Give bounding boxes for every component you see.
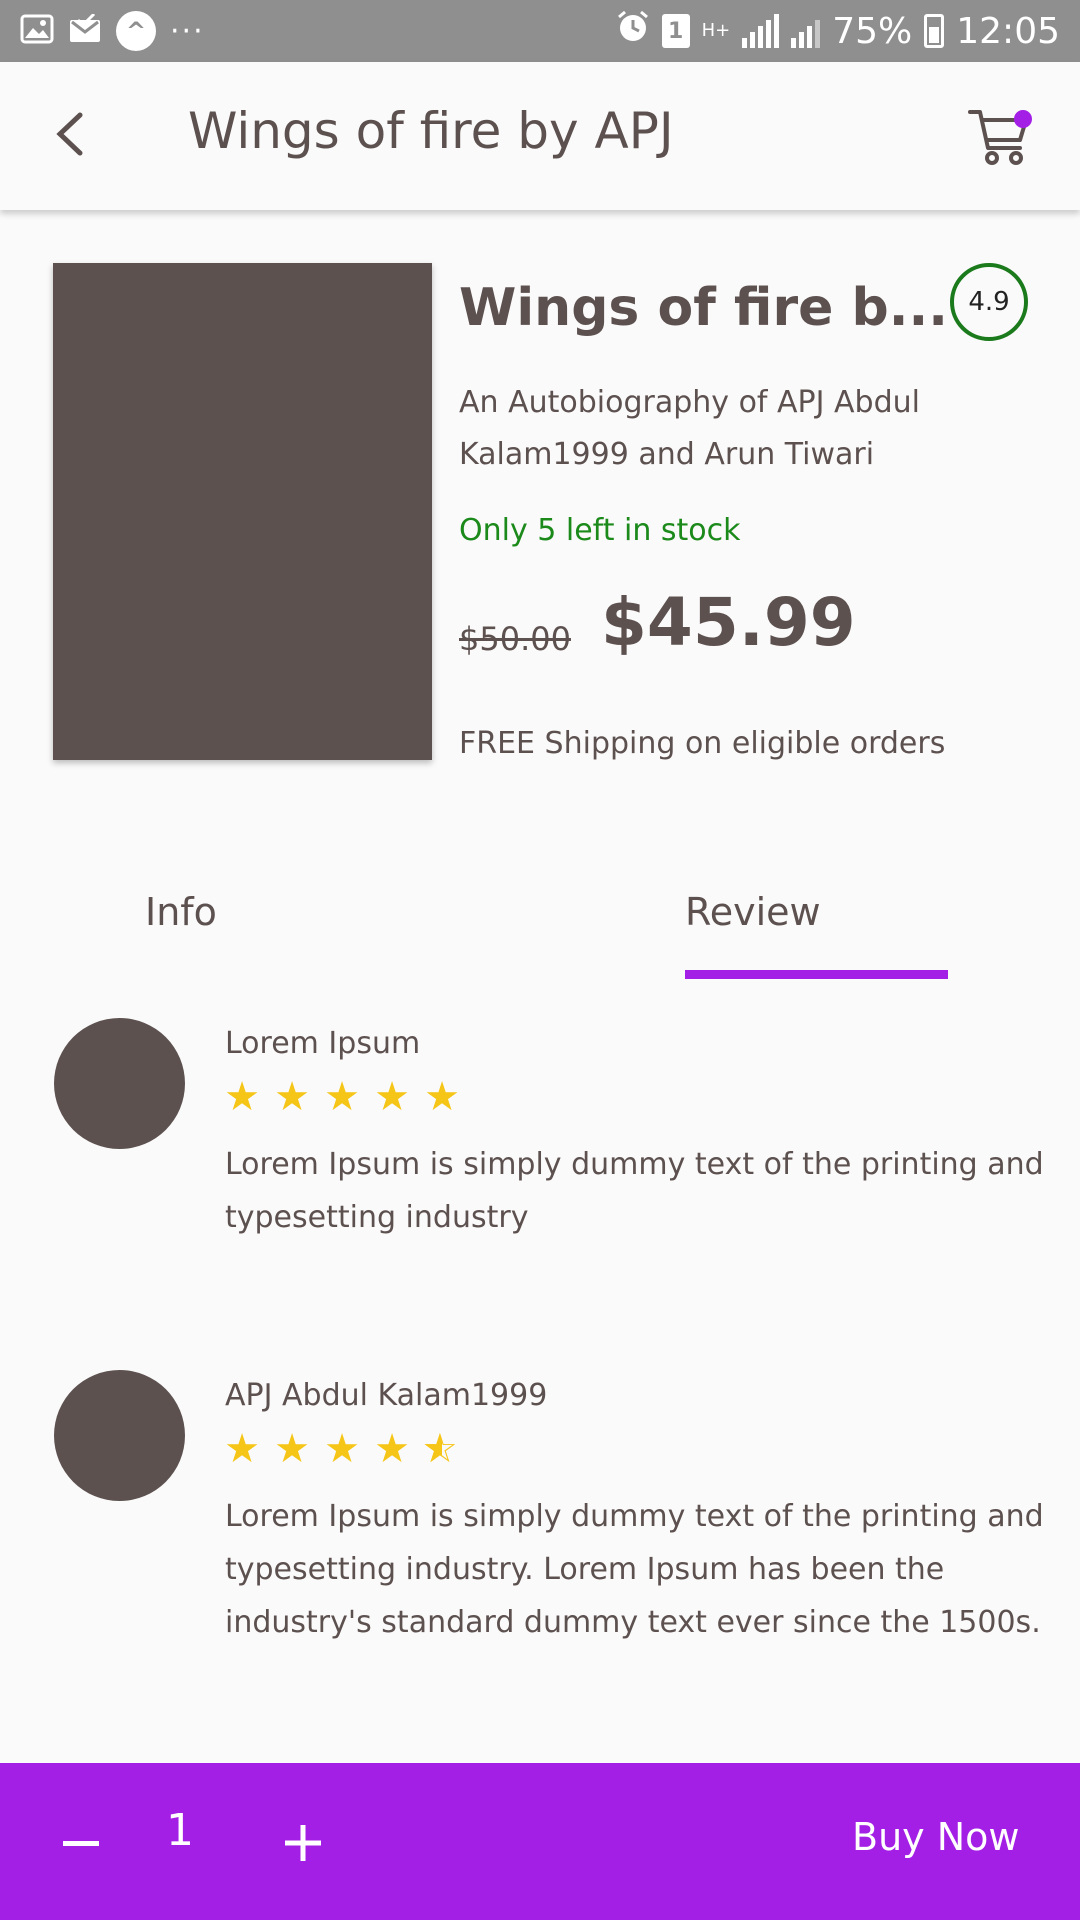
star-icon: ★ [374,1074,410,1120]
avatar [54,1018,185,1149]
book-cover [53,263,432,760]
star-icon: ★ [374,1426,410,1472]
reviewer-name: APJ Abdul Kalam1999 [225,1378,548,1413]
shipping-info: FREE Shipping on eligible orders [459,726,946,761]
buy-now-button[interactable]: Buy Now [852,1815,1019,1859]
quantity-value: 1 [166,1805,194,1856]
review-text: Lorem Ipsum is simply dummy text of the … [225,1147,1044,1235]
star-icon: ★ [424,1074,460,1120]
avatar [54,1370,185,1501]
stock-status: Only 5 left in stock [459,513,741,548]
battery-icon [924,14,945,48]
cart-badge [1014,110,1032,128]
star-icon: ★ [274,1074,310,1120]
decrease-quantity-button[interactable] [58,1813,104,1873]
signal-icon [742,14,780,48]
review-text: Lorem Ipsum is simply dummy text of the … [225,1499,1044,1640]
back-button[interactable] [40,104,100,164]
mail-check-icon [68,12,102,48]
star-rating: ★ ★ ★ ★ ☆ ★ [222,1426,462,1472]
signal-2-icon [791,14,821,48]
status-bar: ^ ··· 1 H+ 75% 12:05 [0,0,1080,62]
tab-indicator [685,970,948,979]
sim-icon: 1 [661,14,690,48]
clock: 12:05 [956,10,1060,52]
tab-info[interactable]: Info [145,890,217,934]
cart-button[interactable] [966,102,1036,172]
more-dots-icon: ··· [170,13,205,49]
star-icon: ★ [224,1074,260,1120]
app-bar: Wings of fire by APJ [0,62,1080,210]
increase-quantity-button[interactable] [280,1813,326,1873]
product-subtitle: An Autobiography of APJ Abdul Kalam1999 … [459,385,920,472]
bottom-bar: 1 Buy Now [0,1763,1080,1920]
old-price: $50.00 [459,620,571,658]
chevron-left-icon [56,112,83,156]
image-icon [20,14,54,48]
star-icon: ★ [324,1426,360,1472]
star-icon: ★ [224,1426,260,1472]
alarm-icon [616,10,650,53]
battery-percent: 75% [832,10,913,52]
price: $45.99 [601,584,856,661]
page-title: Wings of fire by APJ [188,102,674,160]
star-rating: ★ ★ ★ ★ ★ [222,1074,462,1120]
product-title: Wings of fire b... [459,278,948,338]
half-star-icon: ☆ ★ [422,1426,458,1472]
reviewer-name: Lorem Ipsum [225,1026,421,1061]
rating-badge: 4.9 [950,263,1028,341]
plus-icon [285,1825,321,1861]
star-icon: ★ [324,1074,360,1120]
minus-icon [63,1840,99,1846]
tab-review[interactable]: Review [685,890,821,934]
app-icon: ^ [116,11,156,51]
star-icon: ★ [274,1426,310,1472]
network-type: H+ [701,20,731,41]
